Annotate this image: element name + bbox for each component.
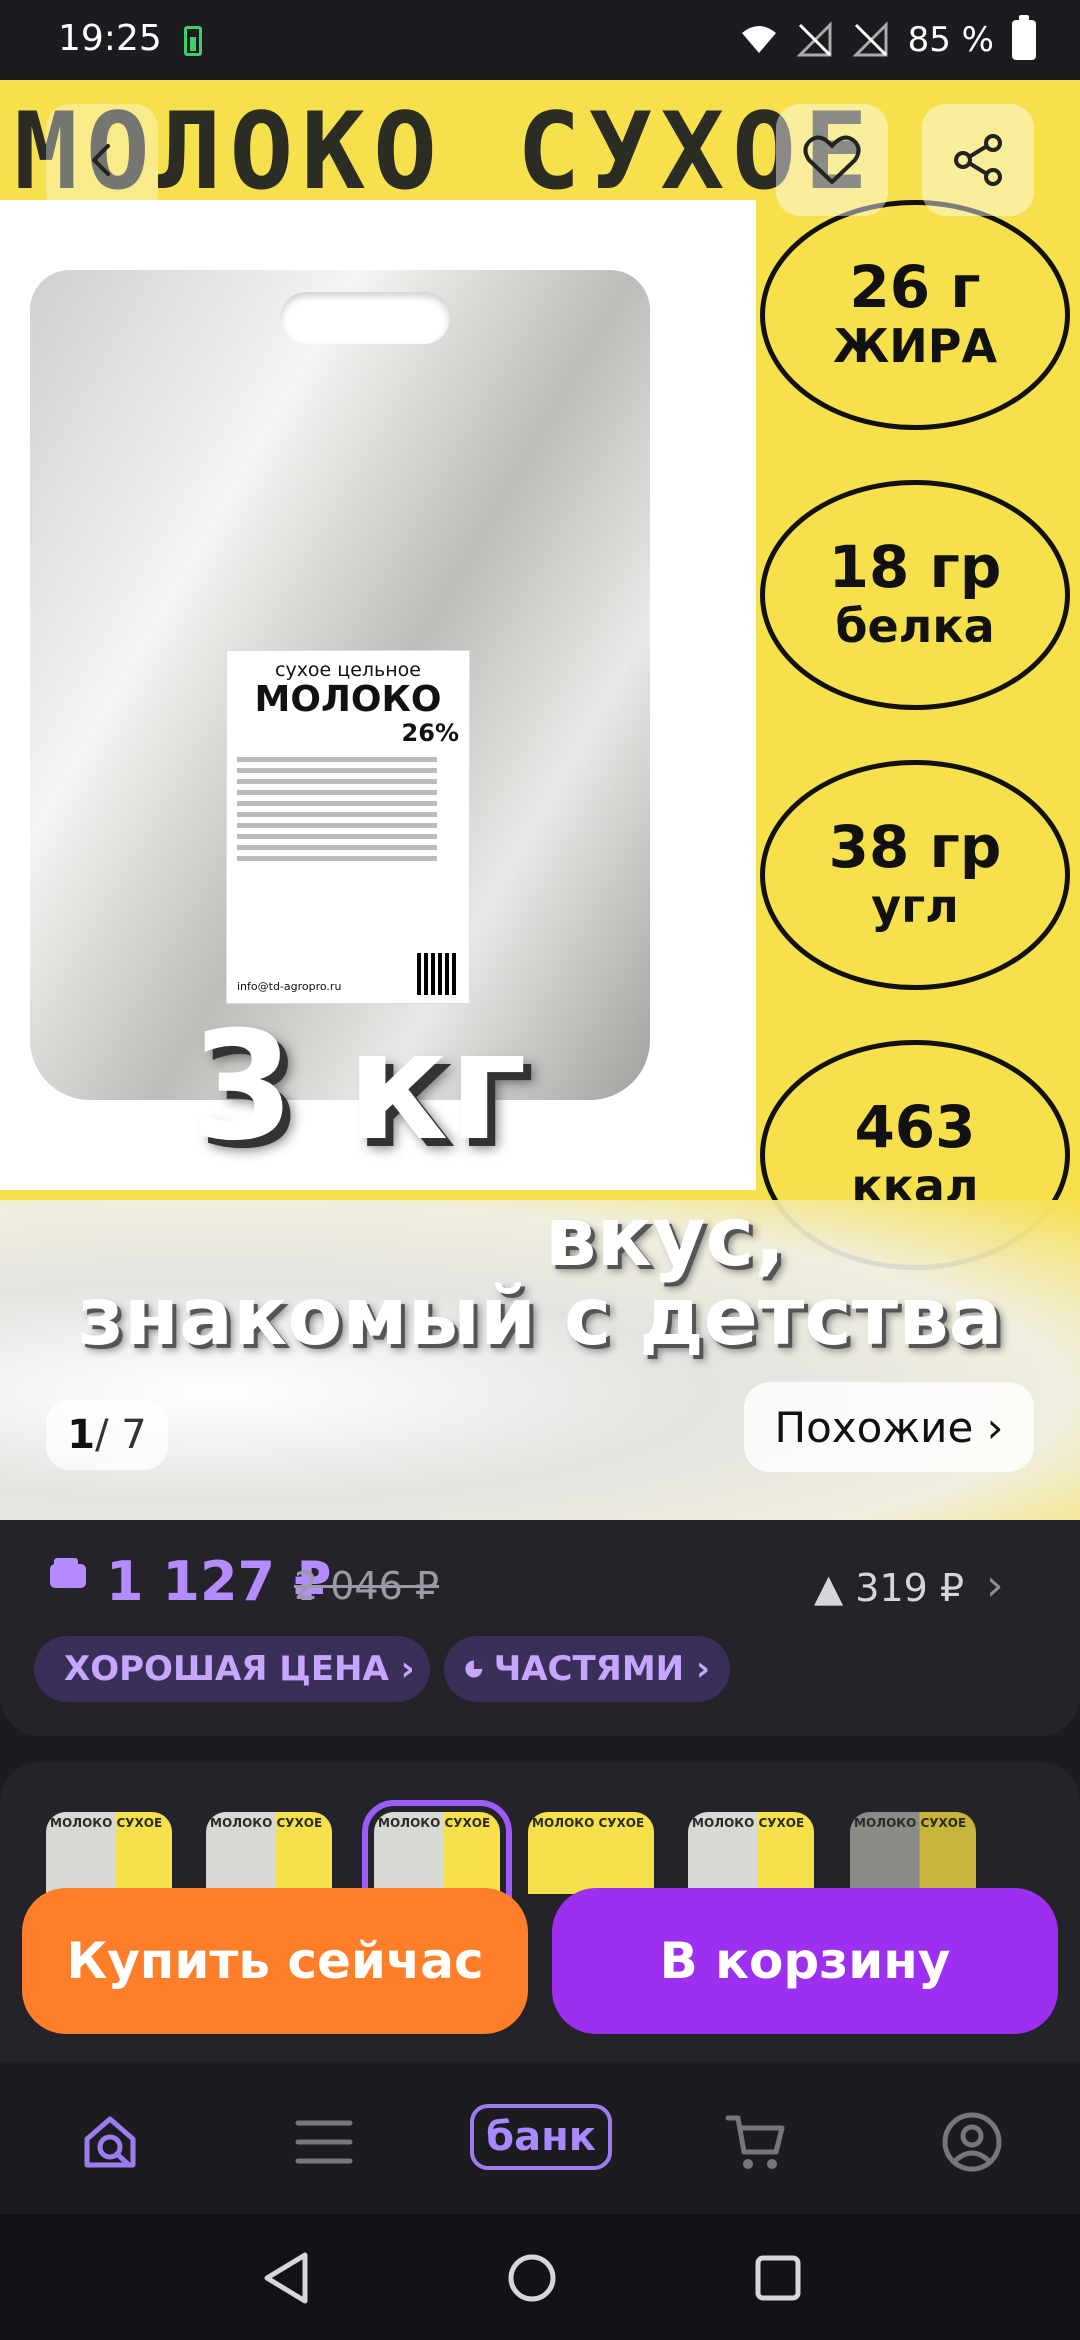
chevron-left-icon (92, 144, 110, 176)
counter-total: / 7 (95, 1412, 147, 1458)
system-recents-button[interactable] (748, 2248, 808, 2308)
badge-value: 38 гр (828, 813, 1002, 881)
status-icons: 85 % (740, 14, 1036, 66)
good-price-chip[interactable]: ХОРОШАЯ ЦЕНА › (34, 1636, 430, 1702)
nav-bank[interactable]: банк (470, 2104, 612, 2170)
status-bar: 19:25 85 % (0, 0, 1080, 80)
old-price: 2 046 ₽ (294, 1564, 440, 1608)
thumbnail[interactable]: МОЛОКО СУХОЕ (688, 1812, 814, 1894)
qr-code-icon (417, 953, 459, 995)
label-email: info@td-agropro.ru (237, 980, 342, 993)
thumbnail[interactable]: МОЛОКО СУХОЕ (46, 1812, 172, 1894)
carbs-badge: 38 гр угл (760, 760, 1070, 990)
slogan-line2: знакомый с детства (77, 1270, 1003, 1363)
badge-value: 463 (854, 1093, 976, 1161)
nav-catalog[interactable] (284, 2102, 364, 2182)
catalog-menu-icon (295, 2120, 353, 2164)
thumbnail-selected[interactable]: МОЛОКО СУХОЕ (362, 1800, 512, 1906)
square-recents-icon (755, 2255, 801, 2301)
thumbnail-label: МОЛОКО СУХОЕ (50, 1816, 163, 1830)
price-diff[interactable]: ▲ 319 ₽ (814, 1566, 964, 1610)
similar-button[interactable]: Похожие › (744, 1382, 1034, 1472)
buy-now-button[interactable]: Купить сейчас (22, 1888, 528, 2034)
wifi-icon (740, 21, 778, 59)
badge-unit: угл (871, 879, 959, 933)
label-title: МОЛОКО (254, 679, 442, 720)
thumbnail[interactable]: МОЛОКО СУХОЕ (850, 1812, 976, 1894)
thumbnail-label: МОЛОКО СУХОЕ (210, 1816, 323, 1830)
bag-handle (280, 292, 450, 344)
fat-badge: 26 г ЖИРА (760, 200, 1070, 430)
circle-home-icon (508, 2254, 556, 2302)
back-button[interactable] (46, 104, 158, 216)
badge-value: 18 гр (828, 533, 1002, 601)
product-image-gallery[interactable]: МОЛОКО СУХОЕ сухое цельное МОЛОКО 26% in… (0, 80, 1080, 1520)
badge-value: 26 г (849, 253, 981, 321)
thumbnail-label: МОЛОКО СУХОЕ (378, 1816, 491, 1830)
battery-percent: 85 % (907, 20, 994, 60)
badge-unit: ЖИРА (832, 319, 998, 373)
cart-icon (725, 2115, 785, 2169)
triangle-back-icon (264, 2252, 308, 2304)
no-signal-icon (795, 21, 834, 59)
bottom-nav: банк (0, 2062, 1080, 2214)
label-percent: 26% (401, 719, 459, 747)
counter-current: 1 (67, 1412, 96, 1458)
installments-label: ЧАСТЯМИ › (493, 1649, 710, 1689)
battery-charging-icon (184, 26, 202, 56)
thumbnail-label: МОЛОКО СУХОЕ (854, 1816, 967, 1830)
label-fine-print (237, 757, 459, 861)
image-counter: 1/ 7 (46, 1400, 168, 1470)
nav-home[interactable] (70, 2102, 150, 2182)
price-card: 1 127 ₽ 2 046 ₽ ▲ 319 ₽ › ХОРОШАЯ ЦЕНА ›… (0, 1520, 1080, 1736)
profile-icon (942, 2112, 1002, 2172)
battery-icon (1012, 15, 1036, 60)
weight-text: 3 кг (190, 1000, 527, 1174)
heart-icon (803, 135, 861, 184)
no-signal-icon (851, 21, 890, 59)
system-home-button[interactable] (502, 2248, 562, 2308)
add-to-cart-button[interactable]: В корзину (552, 1888, 1058, 2034)
chevron-right-icon[interactable]: › (986, 1560, 1004, 1611)
product-label: сухое цельное МОЛОКО 26% info@td-agropro… (226, 650, 470, 1004)
nav-cart[interactable] (716, 2102, 796, 2182)
thumbnail-label: МОЛОКО СУХОЕ (692, 1816, 805, 1830)
thumbnail[interactable]: МОЛОКО СУХОЕ (206, 1812, 332, 1894)
protein-badge: 18 гр белка (760, 480, 1070, 710)
favorite-button[interactable] (776, 104, 888, 216)
product-bag: сухое цельное МОЛОКО 26% info@td-agropro… (30, 270, 650, 1100)
badge-unit: белка (835, 599, 995, 653)
good-price-label: ХОРОШАЯ ЦЕНА › (64, 1649, 415, 1689)
share-icon (954, 134, 1002, 186)
thumbnail-label: МОЛОКО СУХОЕ (532, 1816, 645, 1830)
search-home-icon (84, 2116, 136, 2168)
wallet-icon (50, 1558, 86, 1588)
installments-chip[interactable]: ЧАСТЯМИ › (444, 1636, 730, 1702)
thumbnail[interactable]: МОЛОКО СУХОЕ (528, 1812, 654, 1894)
status-time: 19:25 (58, 18, 162, 59)
nav-profile[interactable] (932, 2102, 1012, 2182)
share-button[interactable] (922, 104, 1034, 216)
system-back-button[interactable] (256, 2248, 316, 2308)
label-subtitle: сухое цельное (275, 659, 421, 681)
pie-icon (465, 1660, 483, 1678)
system-nav-bar (0, 2214, 1080, 2340)
